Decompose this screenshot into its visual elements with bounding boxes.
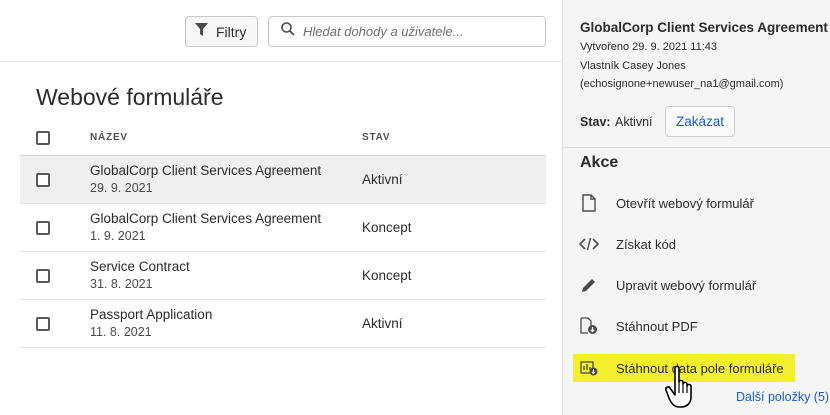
- row-checkbox[interactable]: [36, 173, 50, 187]
- row-status: Koncept: [362, 220, 412, 235]
- action-download-pdf[interactable]: Stáhnout PDF: [573, 312, 803, 340]
- divider: [563, 147, 830, 148]
- filter-icon: [195, 23, 208, 40]
- action-label: Stáhnout PDF: [616, 318, 698, 334]
- pencil-icon: [579, 275, 599, 295]
- action-open-webform[interactable]: Otevřít webový formulář: [573, 189, 803, 217]
- row-date: 29. 9. 2021: [90, 181, 153, 195]
- action-label: Upravit webový formulář: [616, 277, 757, 293]
- table-row[interactable]: Service Contract 31. 8. 2021 Koncept: [20, 252, 546, 300]
- row-name: Passport Application: [90, 307, 213, 322]
- hand-cursor-icon: [665, 365, 699, 414]
- row-checkbox[interactable]: [36, 269, 50, 283]
- action-edit-webform[interactable]: Upravit webový formulář: [573, 271, 803, 299]
- row-checkbox[interactable]: [36, 221, 50, 235]
- search-box[interactable]: [268, 16, 546, 47]
- search-input[interactable]: [303, 24, 533, 39]
- action-label: Stáhnout data pole formuláře: [616, 360, 784, 376]
- page-title: Webové formuláře: [36, 84, 224, 110]
- action-get-code[interactable]: Získat kód: [573, 230, 803, 258]
- row-name: Service Contract: [90, 259, 190, 274]
- toolbar: Filtry: [0, 0, 562, 62]
- main-area: Filtry Webové formuláře NÁZEV STAV Globa…: [0, 0, 562, 415]
- row-name: GlobalCorp Client Services Agreement: [90, 163, 322, 178]
- column-header-name[interactable]: NÁZEV: [90, 132, 128, 143]
- row-status: Aktivní: [362, 172, 403, 187]
- disable-button[interactable]: Zakázat: [665, 106, 735, 137]
- webforms-table: NÁZEV STAV GlobalCorp Client Services Ag…: [20, 121, 546, 348]
- row-date: 1. 9. 2021: [90, 229, 146, 243]
- table-row[interactable]: Passport Application 11. 8. 2021 Aktivní: [20, 300, 546, 348]
- filter-button[interactable]: Filtry: [185, 16, 258, 47]
- select-all-checkbox[interactable]: [36, 131, 50, 145]
- more-items-link[interactable]: Další položky (5): [736, 390, 829, 404]
- action-label: Otevřít webový formulář: [616, 195, 754, 211]
- row-status: Koncept: [362, 268, 412, 283]
- state-value: Aktivní: [615, 115, 653, 129]
- state-label: Stav:: [580, 115, 611, 129]
- code-icon: [579, 234, 599, 254]
- column-header-status[interactable]: STAV: [362, 132, 390, 143]
- row-date: 11. 8. 2021: [90, 325, 152, 339]
- panel-title: GlobalCorp Client Services Agreement: [580, 20, 828, 35]
- owner-email: (echosignone+newuser_na1@gmail.com): [580, 78, 784, 90]
- details-panel: GlobalCorp Client Services Agreement Vyt…: [562, 0, 830, 415]
- owner-info: Vlastník Casey Jones: [580, 60, 686, 72]
- actions-title: Akce: [580, 154, 619, 171]
- row-status: Aktivní: [362, 316, 403, 331]
- filter-label: Filtry: [216, 23, 247, 40]
- search-icon: [281, 22, 295, 41]
- created-info: Vytvořeno 29. 9. 2021 11:43: [580, 41, 717, 53]
- data-download-icon: [579, 358, 599, 378]
- table-row[interactable]: GlobalCorp Client Services Agreement 29.…: [20, 156, 546, 204]
- row-name: GlobalCorp Client Services Agreement: [90, 211, 322, 226]
- row-checkbox[interactable]: [36, 317, 50, 331]
- table-row[interactable]: GlobalCorp Client Services Agreement 1. …: [20, 204, 546, 252]
- document-icon: [579, 193, 599, 213]
- table-header: NÁZEV STAV: [20, 121, 546, 156]
- action-label: Získat kód: [616, 236, 676, 252]
- pdf-download-icon: [579, 316, 599, 336]
- row-date: 31. 8. 2021: [90, 277, 153, 291]
